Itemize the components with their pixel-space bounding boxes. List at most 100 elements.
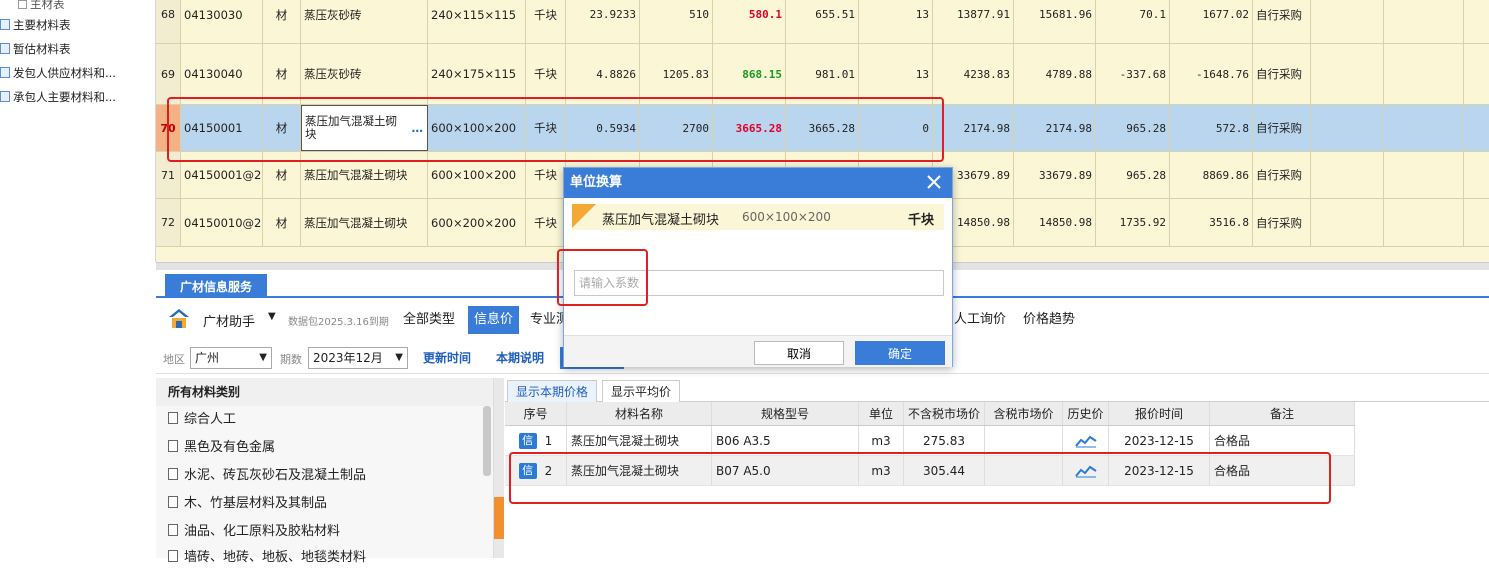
code-cell[interactable]: 04130040	[181, 44, 263, 104]
spec-cell[interactable]: 240×115×115	[428, 0, 526, 43]
col-header[interactable]: 历史价	[1063, 402, 1109, 425]
tax-price-cell[interactable]: 981.01	[786, 44, 859, 104]
empty-cell[interactable]	[1311, 152, 1384, 198]
category-item[interactable]: 油品、化工原料及胶粘材料	[168, 522, 340, 542]
qty-cell[interactable]: 0.5934	[566, 105, 640, 151]
empty-cell[interactable]	[1311, 0, 1384, 43]
name-cell[interactable]: 蒸压灰砂砖	[301, 0, 428, 43]
table-row[interactable]: 68 04130030 材 蒸压灰砂砖 240×115×115 千块 23.92…	[156, 0, 1489, 44]
market-price-cell[interactable]: 868.15	[713, 44, 786, 104]
code-cell[interactable]: 04130030	[181, 0, 263, 43]
name-edit-cell[interactable]: 蒸压加气混凝土砌块 …	[301, 105, 428, 151]
chevron-down-icon[interactable]: ▼	[268, 311, 276, 322]
diff-cell[interactable]: -337.68	[1096, 44, 1170, 104]
update-time-button[interactable]: 更新时间	[423, 349, 471, 366]
type-cell[interactable]: 材	[263, 152, 301, 198]
empty-cell[interactable]	[1384, 0, 1464, 43]
col-header[interactable]: 规格型号	[712, 402, 859, 425]
unit-cell[interactable]: 千块	[526, 105, 566, 151]
tax-price-cell[interactable]: 655.51	[786, 0, 859, 43]
col-header[interactable]: 报价时间	[1109, 402, 1210, 425]
name-cell[interactable]: 蒸压灰砂砖	[301, 44, 428, 104]
qty-cell[interactable]: 4.8826	[566, 44, 640, 104]
more-icon[interactable]: …	[412, 121, 424, 135]
col-header[interactable]: 含税市场价	[985, 402, 1063, 425]
amount-cell[interactable]: 15681.96	[1014, 0, 1096, 43]
unit-cell[interactable]: 千块	[526, 44, 566, 104]
category-item[interactable]: 水泥、砖瓦灰砂石及混凝土制品	[168, 466, 366, 486]
spec-cell[interactable]: 600×200×200	[428, 199, 526, 246]
tree-item-main-material[interactable]: 主材表	[18, 0, 65, 14]
market-price-cell[interactable]: 580.1	[713, 0, 786, 43]
tax-price-cell[interactable]: 3665.28	[786, 105, 859, 151]
empty-cell[interactable]	[1384, 105, 1464, 151]
source-cell[interactable]: 自行采购	[1253, 152, 1311, 198]
period-select[interactable]: 2023年12月 ▼	[308, 347, 408, 369]
diff-cell[interactable]: 965.28	[1096, 152, 1170, 198]
tree-item-major-materials[interactable]: 主要材料表	[0, 15, 71, 35]
tab-all-types[interactable]: 全部类型	[397, 306, 461, 334]
empty-cell[interactable]	[1311, 44, 1384, 104]
type-cell[interactable]: 材	[263, 44, 301, 104]
price-cell[interactable]: 1205.83	[640, 44, 713, 104]
unit-cell[interactable]: 千块	[526, 152, 566, 198]
price-row[interactable]: 信 1 蒸压加气混凝土砌块 B06 A3.5 m3 275.83 2023-12…	[505, 426, 1355, 456]
trend-chart-icon[interactable]	[1074, 434, 1097, 448]
table-row[interactable]: 69 04130040 材 蒸压灰砂砖 240×175×115 千块 4.882…	[156, 44, 1489, 105]
code-cell[interactable]: 04150001	[181, 105, 263, 151]
diff-cell[interactable]: 572.8	[1170, 105, 1253, 151]
tree-item-employer-supplied[interactable]: 发包人供应材料和...	[0, 63, 116, 83]
type-cell[interactable]: 材	[263, 105, 301, 151]
table-row-selected[interactable]: 70 04150001 材 蒸压加气混凝土砌块 … 600×100×200 千块…	[156, 105, 1489, 152]
period-note-button[interactable]: 本期说明	[496, 349, 544, 366]
rate-cell[interactable]: 13	[859, 0, 933, 43]
col-header[interactable]: 序号	[505, 402, 567, 425]
type-cell[interactable]: 材	[263, 0, 301, 43]
amount-cell[interactable]: 13877.91	[933, 0, 1014, 43]
tab-material-info-service[interactable]: 广材信息服务	[165, 274, 267, 298]
amount-cell[interactable]: 14850.98	[1014, 199, 1096, 246]
col-header[interactable]: 不含税市场价	[904, 402, 985, 425]
tab-info-price[interactable]: 信息价	[468, 306, 520, 334]
amount-cell[interactable]: 2174.98	[933, 105, 1014, 151]
category-item[interactable]: 综合人工	[168, 410, 236, 430]
source-cell[interactable]: 自行采购	[1253, 0, 1311, 43]
category-item[interactable]: 黑色及有色金属	[168, 438, 275, 458]
tab-average-price[interactable]: 显示平均价	[602, 380, 681, 402]
type-cell[interactable]: 材	[263, 199, 301, 246]
amount-cell[interactable]: 4238.83	[933, 44, 1014, 104]
col-header[interactable]: 备注	[1210, 402, 1355, 425]
tree-item-contractor-main[interactable]: 承包人主要材料和...	[0, 87, 116, 107]
diff-cell[interactable]: 1735.92	[1096, 199, 1170, 246]
cancel-button[interactable]: 取消	[754, 341, 844, 365]
source-cell[interactable]: 自行采购	[1253, 44, 1311, 104]
ok-button[interactable]: 确定	[855, 341, 945, 365]
category-item[interactable]: 墙砖、地砖、地板、地毯类材料	[168, 548, 366, 568]
coefficient-input[interactable]	[574, 270, 944, 296]
rate-cell[interactable]: 0	[859, 105, 933, 151]
collapse-handle[interactable]	[494, 497, 504, 539]
spec-cell[interactable]: 600×100×200	[428, 152, 526, 198]
price-cell[interactable]: 2700	[640, 105, 713, 151]
empty-cell[interactable]	[1384, 152, 1464, 198]
tab-current-price[interactable]: 显示本期价格	[507, 380, 598, 402]
code-cell[interactable]: 04150001@2	[181, 152, 263, 198]
source-cell[interactable]: 自行采购	[1253, 199, 1311, 246]
diff-cell[interactable]: 8869.86	[1170, 152, 1253, 198]
assistant-title[interactable]: 广材助手	[203, 311, 255, 330]
qty-cell[interactable]: 23.9233	[566, 0, 640, 43]
amount-cell[interactable]: 2174.98	[1014, 105, 1096, 151]
amount-cell[interactable]: 4789.88	[1014, 44, 1096, 104]
unit-cell[interactable]: 千块	[526, 0, 566, 43]
diff-cell[interactable]: -1648.76	[1170, 44, 1253, 104]
tree-item-provisional-materials[interactable]: 暂估材料表	[0, 39, 71, 59]
rate-cell[interactable]: 13	[859, 44, 933, 104]
amount-cell[interactable]: 33679.89	[1014, 152, 1096, 198]
code-cell[interactable]: 04150010@2	[181, 199, 263, 246]
tab-price-trend[interactable]: 价格趋势	[1017, 306, 1081, 334]
close-icon[interactable]	[924, 172, 944, 192]
trend-chart-icon[interactable]	[1074, 464, 1097, 478]
price-cell[interactable]: 510	[640, 0, 713, 43]
diff-cell[interactable]: 1677.02	[1170, 0, 1253, 43]
spec-cell[interactable]: 240×175×115	[428, 44, 526, 104]
